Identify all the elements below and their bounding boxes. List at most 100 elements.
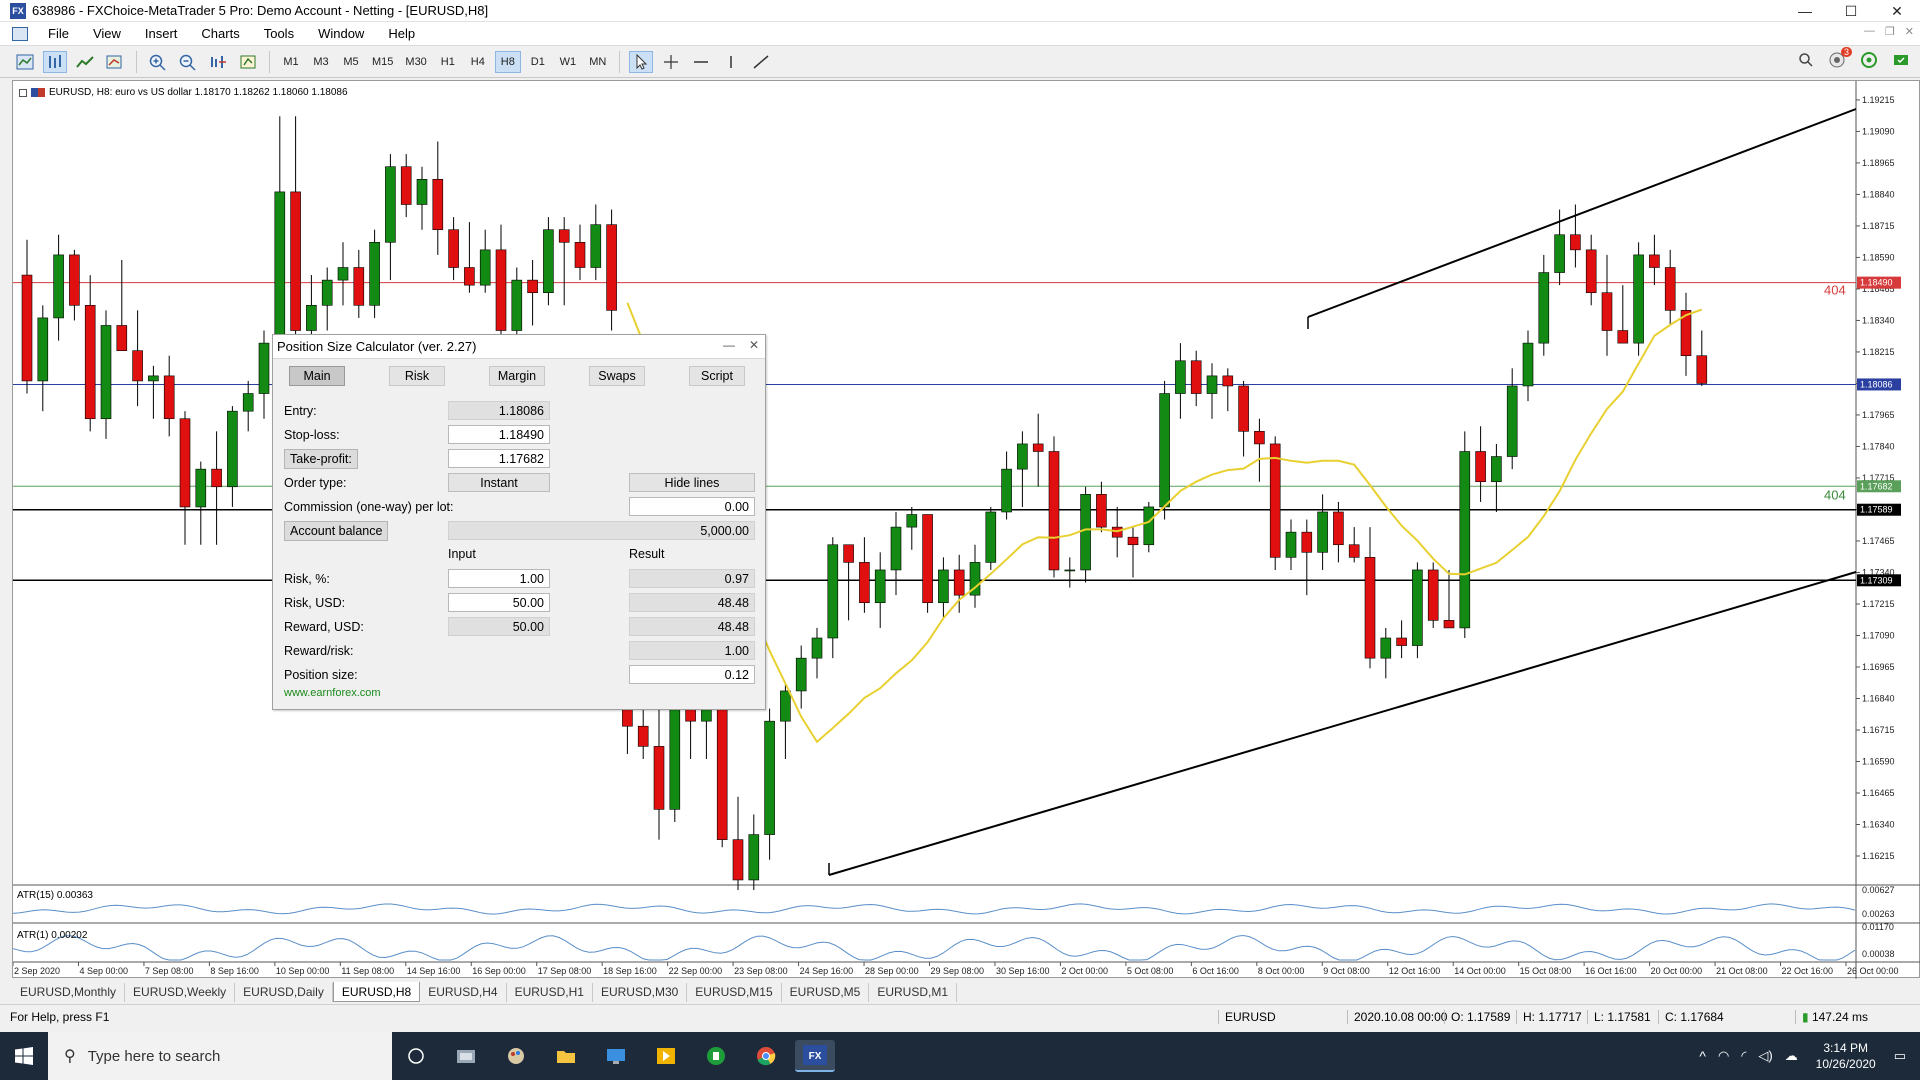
close-button[interactable]: ✕ — [1874, 0, 1920, 22]
chart-bars-icon[interactable] — [43, 50, 67, 73]
taskbar-clock[interactable]: 3:14 PM 10/26/2020 — [1806, 1040, 1886, 1072]
price-tick-label: 1.16465 — [1862, 788, 1895, 798]
horizontal-line-icon[interactable] — [689, 51, 713, 73]
timeframe-m3[interactable]: M3 — [308, 51, 334, 73]
menu-file[interactable]: File — [36, 26, 81, 41]
earnforex-link[interactable]: www.earnforex.com — [284, 687, 381, 699]
chart-shift-icon[interactable] — [206, 51, 230, 73]
order-type-button[interactable]: Instant — [448, 473, 550, 492]
media-app-icon[interactable] — [650, 1040, 682, 1072]
mdi-close-icon[interactable]: ✕ — [1905, 25, 1914, 38]
hide-lines-button[interactable]: Hide lines — [629, 473, 755, 492]
tray-wifi-icon[interactable]: ◜ — [1741, 1048, 1746, 1064]
timeframe-h8[interactable]: H8 — [494, 50, 521, 73]
cursor-icon[interactable] — [628, 50, 653, 73]
paint-icon[interactable] — [500, 1040, 532, 1072]
time-tick-label: 16 Sep 00:00 — [472, 966, 526, 976]
remote-desktop-icon[interactable] — [600, 1040, 632, 1072]
tray-volume-icon[interactable]: ◁) — [1758, 1048, 1772, 1064]
timeframe-m30[interactable]: M30 — [401, 51, 430, 73]
risk-percent-input[interactable]: 1.00 — [448, 569, 550, 588]
tray-network-icon[interactable]: ◠ — [1718, 1048, 1729, 1064]
search-icon[interactable] — [1798, 52, 1814, 71]
candle-body — [306, 305, 317, 331]
maximize-button[interactable]: ☐ — [1828, 0, 1874, 22]
menu-insert[interactable]: Insert — [133, 26, 190, 41]
notifications-icon[interactable]: 3 — [1828, 47, 1852, 72]
chart-window-icon[interactable] — [12, 26, 28, 41]
chrome-icon[interactable] — [750, 1040, 782, 1072]
chart-tab-monthly[interactable]: EURUSD,Monthly — [12, 982, 126, 1002]
timeframe-h1[interactable]: H1 — [435, 51, 461, 73]
templates-icon[interactable] — [236, 51, 260, 73]
menu-charts[interactable]: Charts — [189, 26, 251, 41]
timeframe-h4[interactable]: H4 — [465, 51, 491, 73]
account-balance-button[interactable]: Account balance — [284, 521, 389, 541]
candle-body — [1396, 637, 1407, 646]
action-center-icon[interactable]: ▭ — [1894, 1048, 1906, 1064]
zoom-out-icon[interactable] — [176, 51, 200, 73]
timeframe-m15[interactable]: M15 — [368, 51, 397, 73]
file-explorer-icon[interactable] — [550, 1040, 582, 1072]
new-chart-icon[interactable] — [13, 51, 37, 73]
tray-onedrive-icon[interactable]: ☁ — [1785, 1048, 1798, 1064]
chart-tab-m30[interactable]: EURUSD,M30 — [593, 982, 688, 1002]
menu-help[interactable]: Help — [376, 26, 427, 41]
chart-tab-h8[interactable]: EURUSD,H8 — [332, 982, 421, 1002]
take-profit-field[interactable]: 1.17682 — [448, 449, 550, 468]
line-chart-icon[interactable] — [73, 51, 97, 73]
indicators-icon[interactable] — [103, 51, 127, 73]
timeframe-w1[interactable]: W1 — [555, 51, 581, 73]
mdi-minimize-icon[interactable]: — — [1864, 25, 1875, 38]
evernote-icon[interactable] — [700, 1040, 732, 1072]
timeframe-m5[interactable]: M5 — [338, 51, 364, 73]
psc-tab-main[interactable]: Main — [289, 366, 345, 386]
menu-window[interactable]: Window — [306, 26, 376, 41]
chart-tab-h1[interactable]: EURUSD,H1 — [507, 982, 593, 1002]
chart-tab-h4[interactable]: EURUSD,H4 — [420, 982, 507, 1002]
take-profit-button[interactable]: Take-profit: — [284, 449, 358, 469]
price-tick-label: 1.17965 — [1862, 410, 1895, 420]
signal-icon[interactable] — [1860, 51, 1878, 72]
candle-body — [1617, 330, 1629, 344]
menu-tools[interactable]: Tools — [252, 26, 306, 41]
psc-minimize-icon[interactable]: — — [723, 338, 735, 352]
psc-close-icon[interactable]: ✕ — [749, 338, 759, 352]
task-view-icon[interactable] — [400, 1040, 432, 1072]
risk-usd-input[interactable]: 50.00 — [448, 593, 550, 612]
position-size-field[interactable]: 0.12 — [629, 665, 755, 684]
zoom-in-icon[interactable] — [146, 51, 170, 73]
candle-body — [321, 279, 333, 306]
chart-tab-weekly[interactable]: EURUSD,Weekly — [125, 982, 236, 1002]
menu-view[interactable]: View — [81, 26, 133, 41]
mdi-restore-icon[interactable]: ❐ — [1885, 25, 1895, 38]
timeframe-m1[interactable]: M1 — [278, 51, 304, 73]
windows-start-icon[interactable] — [0, 1032, 48, 1080]
vertical-line-icon[interactable] — [719, 51, 743, 73]
metatrader-taskbar-icon[interactable]: FX — [795, 1040, 835, 1072]
chart-tab-m5[interactable]: EURUSD,M5 — [782, 982, 870, 1002]
trendline-icon[interactable] — [749, 51, 773, 73]
status-connection: ▮ 147.24 ms — [1795, 1010, 1868, 1024]
chart-tab-m15[interactable]: EURUSD,M15 — [687, 982, 782, 1002]
commission-field[interactable]: 0.00 — [629, 497, 755, 516]
tray-chevron-icon[interactable]: ^ — [1699, 1048, 1706, 1064]
chart-tab-daily[interactable]: EURUSD,Daily — [235, 982, 333, 1002]
minimize-button[interactable]: — — [1782, 0, 1828, 22]
psc-tab-swaps[interactable]: Swaps — [589, 366, 645, 386]
chart-tab-m1[interactable]: EURUSD,M1 — [869, 982, 958, 1002]
chart-menu-icon[interactable] — [19, 88, 27, 97]
psc-tab-margin[interactable]: Margin — [489, 366, 545, 386]
crosshair-icon[interactable] — [659, 51, 683, 73]
position-size-calculator[interactable]: Position Size Calculator (ver. 2.27) — ✕… — [272, 334, 766, 710]
file-explorer-snip-icon[interactable] — [450, 1040, 482, 1072]
stop-loss-field[interactable]: 1.18490 — [448, 425, 550, 444]
psc-tab-risk[interactable]: Risk — [389, 366, 445, 386]
stop-loss-price-tag: 1.18490 — [1860, 278, 1893, 288]
algo-trading-icon[interactable] — [1892, 51, 1910, 72]
timeframe-mn[interactable]: MN — [585, 51, 611, 73]
timeframe-d1[interactable]: D1 — [525, 51, 551, 73]
psc-titlebar[interactable]: Position Size Calculator (ver. 2.27) — ✕ — [273, 335, 765, 359]
psc-tab-script[interactable]: Script — [689, 366, 745, 386]
taskbar-search[interactable]: ⚲ Type here to search — [48, 1032, 392, 1080]
